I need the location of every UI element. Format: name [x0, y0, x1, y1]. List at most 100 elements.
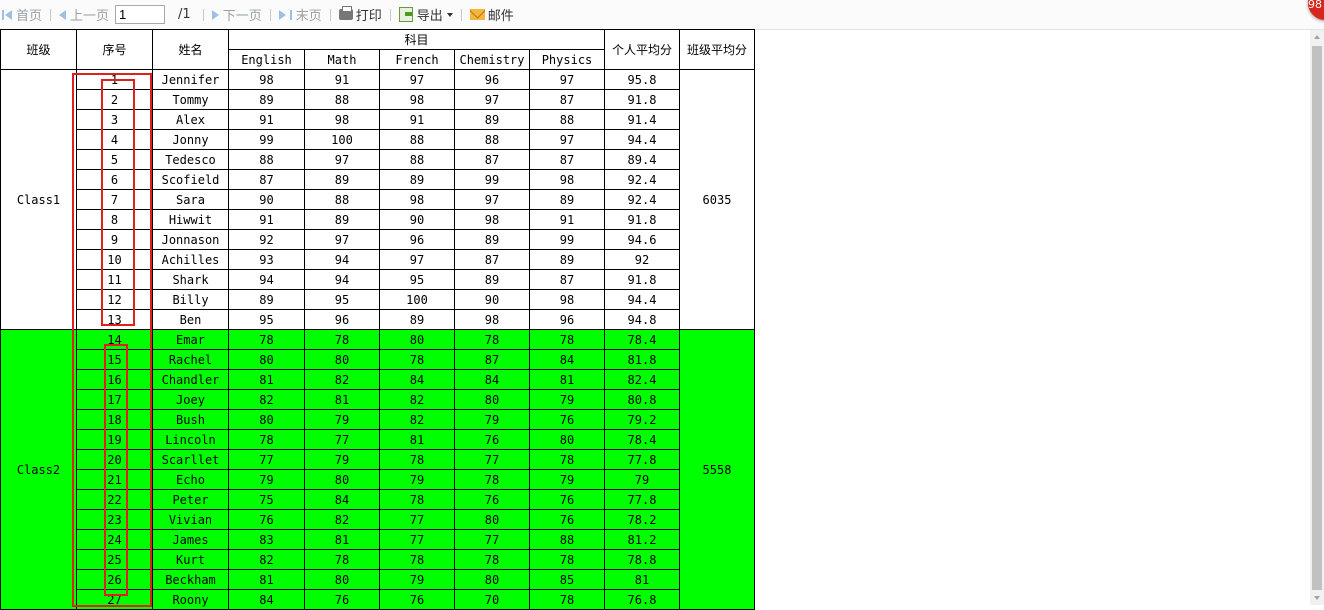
score-table: 班级 序号 姓名 科目 个人平均分 班级平均分 English Math Fre…	[0, 29, 755, 610]
first-page-button[interactable]: 首页	[0, 0, 44, 29]
english-cell: 75	[228, 489, 305, 510]
french-cell: 100	[379, 289, 455, 310]
french-cell: 78	[379, 489, 455, 510]
french-cell: 95	[379, 269, 455, 290]
chemistry-cell: 89	[454, 109, 530, 130]
seq-cell: 4	[76, 129, 153, 150]
next-page-button[interactable]: 下一页	[210, 0, 264, 29]
name-cell: Tommy	[152, 89, 229, 110]
personal-avg-cell: 79.2	[604, 409, 680, 430]
table-row: 3 Alex 91 98 91 89 88 91.4	[1, 109, 755, 130]
scrollbar-thumb[interactable]	[1312, 46, 1322, 590]
personal-avg-cell: 79	[604, 469, 680, 490]
english-cell: 87	[228, 169, 305, 190]
french-cell: 84	[379, 369, 455, 390]
personal-avg-cell: 92.4	[604, 169, 680, 190]
physics-cell: 89	[529, 249, 605, 270]
print-button[interactable]: 打印	[337, 0, 384, 29]
prev-page-label: 上一页	[70, 9, 110, 24]
page-number-input[interactable]	[115, 5, 166, 24]
last-page-button[interactable]: 末页	[277, 0, 324, 29]
name-cell: Alex	[152, 109, 229, 130]
table-row: 10 Achilles 93 94 97 87 89 92	[1, 249, 755, 270]
math-cell: 91	[304, 69, 380, 90]
mail-label: 邮件	[487, 9, 514, 24]
personal-avg-cell: 94.4	[604, 129, 680, 150]
personal-avg-cell: 80.8	[604, 389, 680, 410]
personal-avg-cell: 91.4	[604, 109, 680, 130]
header-english: English	[228, 49, 305, 70]
table-row: 18 Bush 80 79 82 79 76 79.2	[1, 409, 755, 430]
french-cell: 91	[379, 109, 455, 130]
last-page-label: 末页	[295, 9, 322, 24]
chemistry-cell: 84	[454, 369, 530, 390]
header-subjects: 科目	[228, 29, 605, 50]
seq-cell: 1	[76, 69, 153, 90]
chemistry-cell: 97	[454, 89, 530, 110]
table-row: 24 James 83 81 77 77 88 81.2	[1, 529, 755, 550]
personal-avg-cell: 78.4	[604, 429, 680, 450]
class-cell: Class1	[0, 69, 77, 330]
table-row: Class2 14 Emar 78 78 80 78 78 78.4 5558	[0, 329, 755, 610]
class-avg-cell: 6035	[679, 69, 755, 330]
math-cell: 100	[304, 129, 380, 150]
chemistry-cell: 88	[454, 129, 530, 150]
table-row: 4 Jonny 99 100 88 88 97 94.4	[1, 129, 755, 150]
chemistry-cell: 80	[454, 569, 530, 590]
french-cell: 82	[379, 409, 455, 430]
physics-cell: 98	[529, 169, 605, 190]
seq-cell: 14	[76, 329, 153, 350]
report-toolbar: 首页 上一页 /1 下一页 末页 打印 导出 邮件	[0, 0, 1324, 30]
header-french: French	[379, 49, 455, 70]
seq-cell: 23	[76, 509, 153, 530]
physics-cell: 78	[529, 449, 605, 470]
physics-cell: 84	[529, 349, 605, 370]
personal-avg-cell: 81	[604, 569, 680, 590]
print-label: 打印	[355, 9, 382, 24]
physics-cell: 76	[529, 489, 605, 510]
name-cell: Scarllet	[152, 449, 229, 470]
personal-avg-cell: 91.8	[604, 209, 680, 230]
scroll-down-icon[interactable]	[1310, 591, 1324, 605]
mail-button[interactable]: 邮件	[468, 0, 516, 29]
table-row: 17 Joey 82 81 82 80 79 80.8	[1, 389, 755, 410]
english-cell: 94	[228, 269, 305, 290]
seq-cell: 5	[76, 149, 153, 170]
math-cell: 82	[304, 369, 380, 390]
table-row: 9 Jonnason 92 97 96 89 99 94.6	[1, 229, 755, 250]
export-button[interactable]: 导出	[397, 0, 455, 29]
math-cell: 79	[304, 409, 380, 430]
seq-cell: 13	[76, 309, 153, 330]
name-cell: Chandler	[152, 369, 229, 390]
chemistry-cell: 98	[454, 309, 530, 330]
physics-cell: 81	[529, 369, 605, 390]
table-row: 15 Rachel 80 80 78 87 84 81.8	[1, 349, 755, 370]
seq-cell: 9	[76, 229, 153, 250]
personal-avg-cell: 77.8	[604, 489, 680, 510]
header-personal-avg: 个人平均分	[604, 29, 680, 70]
chemistry-cell: 90	[454, 289, 530, 310]
chemistry-cell: 70	[454, 589, 530, 610]
personal-avg-cell: 89.4	[604, 149, 680, 170]
table-row: 11 Shark 94 94 95 89 87 91.8	[1, 269, 755, 290]
name-cell: James	[152, 529, 229, 550]
physics-cell: 87	[529, 89, 605, 110]
name-cell: Joey	[152, 389, 229, 410]
english-cell: 92	[228, 229, 305, 250]
first-page-label: 首页	[16, 9, 43, 24]
math-cell: 80	[304, 349, 380, 370]
english-cell: 78	[228, 329, 305, 350]
chevron-down-icon	[446, 12, 453, 17]
seq-cell: 15	[76, 349, 153, 370]
toolbar-divider	[389, 8, 391, 21]
personal-avg-cell: 91.8	[604, 269, 680, 290]
name-cell: Jonny	[152, 129, 229, 150]
scroll-up-icon[interactable]	[1310, 30, 1324, 44]
french-cell: 82	[379, 389, 455, 410]
physics-cell: 96	[529, 309, 605, 330]
physics-cell: 88	[529, 109, 605, 130]
prev-page-button[interactable]: 上一页	[57, 0, 111, 29]
table-row: 27 Roony 84 76 76 70 78 76.8	[1, 589, 755, 610]
english-cell: 79	[228, 469, 305, 490]
score-table-body: Class1 1 Jennifer 98 91 97 96 97 95.8 6035 2 Tommy 8…	[0, 69, 755, 610]
